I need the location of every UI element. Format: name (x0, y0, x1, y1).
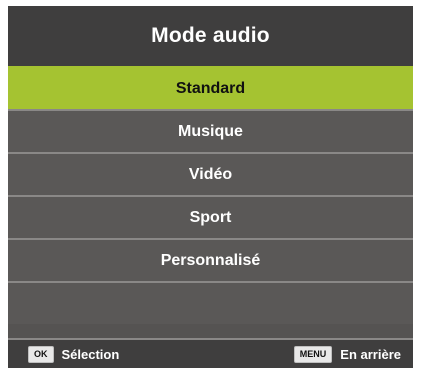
option-label: Personnalisé (160, 251, 261, 269)
ok-key-icon: OK (28, 345, 54, 363)
option-musique[interactable]: Musique (8, 109, 413, 152)
footer-hints: OK Sélection MENU En arrière (8, 338, 413, 368)
option-video[interactable]: Vidéo (8, 152, 413, 195)
option-label: Standard (175, 79, 246, 97)
option-personnalise[interactable]: Personnalisé (8, 238, 413, 281)
option-standard[interactable]: Standard (8, 66, 413, 109)
option-label: Sport (189, 208, 232, 226)
audio-mode-dialog: Mode audio Standard Musique Vidéo Sport … (8, 6, 413, 368)
hint-back-label: En arrière (340, 346, 401, 362)
menu-key-icon: MENU (293, 345, 333, 363)
hint-select-label: Sélection (61, 346, 120, 362)
hint-back: MENU En arrière (293, 345, 401, 363)
option-label: Musique (178, 122, 243, 140)
audio-mode-list: Standard Musique Vidéo Sport Personnalis… (8, 66, 413, 324)
option-label: Vidéo (188, 165, 233, 183)
dialog-title: Mode audio (8, 6, 413, 66)
hint-select: OK Sélection (28, 345, 120, 363)
option-sport[interactable]: Sport (8, 195, 413, 238)
option-empty (8, 281, 413, 324)
